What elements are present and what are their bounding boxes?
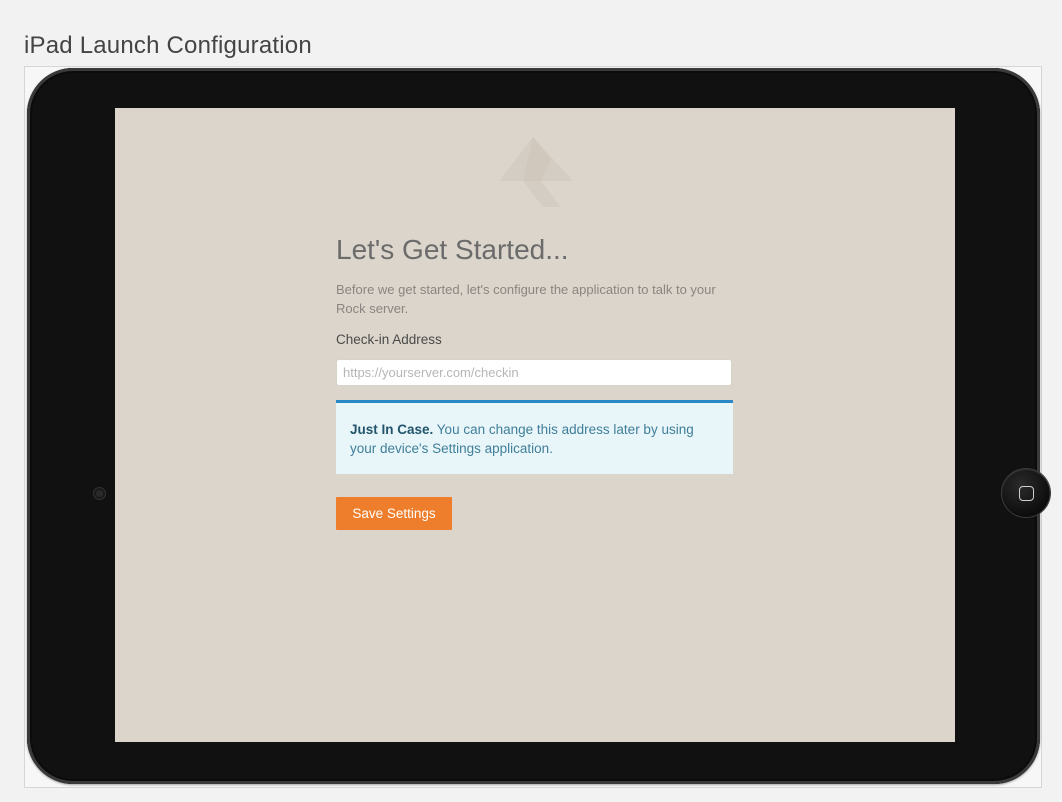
checkin-address-label: Check-in Address	[336, 332, 442, 347]
page-title: Let's Get Started...	[336, 234, 569, 265]
alert-title: Just In Case.	[350, 422, 434, 437]
intro-text: Before we get started, let's configure t…	[336, 282, 716, 316]
info-alert: Just In Case. You can change this addres…	[336, 400, 733, 474]
camera-icon	[94, 488, 105, 499]
checkin-address-input[interactable]	[336, 359, 732, 386]
app-screen: Let's Get Started... Before we get start…	[115, 108, 955, 742]
save-settings-button[interactable]: Save Settings	[336, 497, 452, 530]
figure-caption: iPad Launch Configuration	[24, 32, 312, 59]
home-button-square	[1018, 485, 1034, 501]
rock-logo-icon	[499, 137, 573, 207]
home-button-icon[interactable]	[1002, 469, 1050, 517]
